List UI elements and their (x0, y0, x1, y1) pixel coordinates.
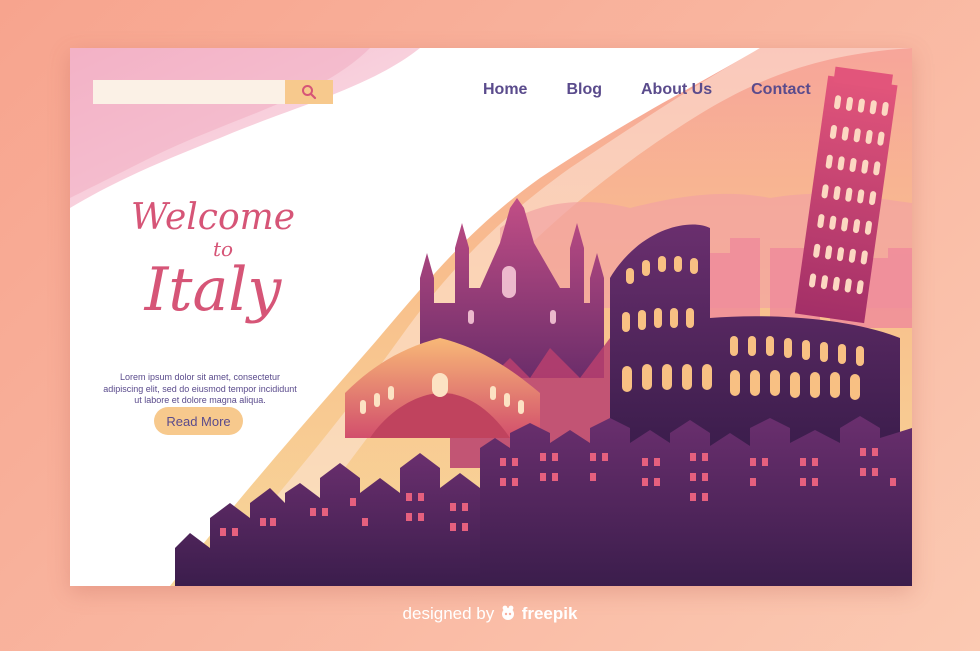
nav-about-us[interactable]: About Us (641, 81, 712, 99)
credit-prefix: designed by (402, 604, 495, 623)
hero-description: Lorem ipsum dolor sit amet, consectetur … (103, 372, 297, 405)
hero-title: Welcome to Italy (98, 197, 328, 325)
search-icon (302, 85, 317, 100)
hero-title-italy: Italy (144, 255, 282, 325)
search-bar (93, 80, 333, 104)
search-input[interactable] (93, 80, 285, 104)
nav-blog[interactable]: Blog (566, 81, 602, 99)
freepik-logo-icon (499, 604, 522, 623)
nav-home[interactable]: Home (483, 81, 527, 99)
nav-contact[interactable]: Contact (751, 81, 811, 99)
hero-title-welcome: Welcome (130, 197, 296, 238)
main-nav: Home Blog About Us Contact (483, 81, 811, 99)
landing-card: Home Blog About Us Contact Welcome to It… (70, 48, 912, 586)
search-button[interactable] (285, 80, 333, 104)
credit-brand: freepik (521, 604, 578, 623)
credit-footer: designed by freepik (0, 604, 980, 624)
read-more-button[interactable]: Read More (154, 407, 243, 435)
